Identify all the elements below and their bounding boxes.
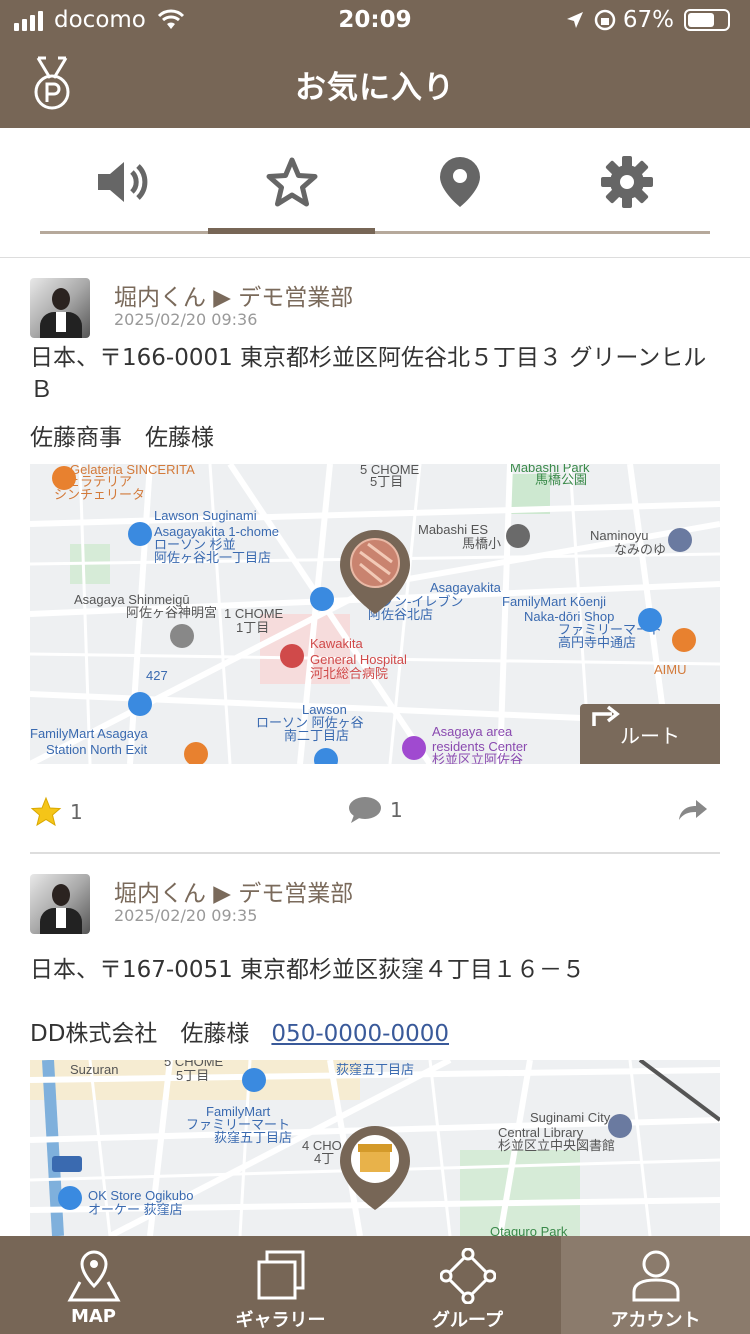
map-pin-icon	[66, 1250, 121, 1302]
nav-map-label: MAP	[70, 1306, 117, 1327]
share-button[interactable]	[678, 798, 708, 822]
nav-account-label: アカウント	[610, 1310, 701, 1331]
phone-link[interactable]: 050-0000-0000	[271, 1021, 449, 1047]
map-label: 阿佐ヶ谷神明宮	[126, 605, 217, 620]
map-label: Suzuran	[70, 1062, 118, 1077]
nav-group-label: グループ	[432, 1310, 503, 1331]
post-card: 堀内くん ▶ デモ営業部 2025/02/20 09:36 日本、〒166-00…	[30, 278, 720, 838]
map-label: 1 CHOME	[224, 606, 284, 621]
map-streets: Suzuran 5 CHOME 5丁目 荻窪五丁目店 FamilyMart ファ…	[30, 1060, 720, 1236]
map-label: FamilyMart Asagaya	[30, 726, 149, 741]
star-filled-icon	[30, 796, 62, 827]
map-label: 高円寺中通店	[558, 635, 636, 650]
tab-underline	[40, 231, 710, 234]
map-label: 427	[146, 668, 168, 683]
post-card: 堀内くん ▶ デモ営業部 2025/02/20 09:35 日本、〒167-00…	[30, 874, 720, 1236]
post-address: 日本、〒166-0001 東京都杉並区阿佐谷北５丁目３ グリーンヒルＢ	[30, 345, 707, 403]
tab-notifications[interactable]	[40, 128, 207, 236]
map-pin-icon	[439, 157, 480, 207]
map-label: 1丁目	[236, 620, 269, 635]
post-date: 2025/02/20 09:35	[114, 906, 258, 925]
nav-account[interactable]: アカウント	[561, 1236, 750, 1334]
map-label: オーケー 荻窪店	[88, 1202, 183, 1217]
map-preview[interactable]: Gelateria SINCERITA ジェラテリア シンチェリータ 5 CHO…	[30, 464, 720, 764]
map-label: 5丁目	[176, 1068, 209, 1083]
post-company: 佐藤商事 佐藤様	[30, 425, 214, 451]
battery-percent: 67%	[622, 7, 674, 33]
status-bar: docomo 20:09 67%	[0, 0, 750, 40]
tab-favorites[interactable]	[208, 128, 375, 236]
map-label: 荻窪五丁目店	[214, 1130, 292, 1145]
battery-icon	[684, 9, 730, 31]
divider	[30, 852, 720, 854]
location-arrow-icon	[566, 12, 583, 28]
nav-map[interactable]: MAP	[0, 1236, 187, 1334]
tab-settings[interactable]	[543, 128, 710, 236]
map-label: Mabashi ES	[418, 522, 488, 537]
avatar[interactable]	[30, 278, 90, 338]
map-label: General Hospital	[310, 652, 407, 667]
map-label: 杉並区立中央図書館	[498, 1138, 615, 1153]
map-label: Naminoyu	[590, 528, 649, 543]
tab-bar	[40, 128, 710, 236]
map-label: Kawakita	[310, 636, 364, 651]
map-label: Asagaya area	[432, 724, 513, 739]
nav-gallery[interactable]: ギャラリー	[187, 1236, 374, 1334]
map-label: 5丁目	[370, 474, 403, 489]
tab-active-indicator	[208, 228, 375, 234]
company-name: DD株式会社 佐藤様	[30, 1021, 250, 1047]
map-label: FamilyMart Kōenji	[502, 594, 606, 609]
gear-icon	[600, 156, 653, 208]
nav-gallery-label: ギャラリー	[235, 1310, 326, 1331]
divider	[0, 257, 750, 258]
map-preview[interactable]: Suzuran 5 CHOME 5丁目 荻窪五丁目店 FamilyMart ファ…	[30, 1060, 720, 1236]
tab-locations[interactable]	[376, 128, 543, 236]
route-button[interactable]: ルート	[580, 704, 720, 764]
account-icon	[632, 1250, 679, 1302]
post-company: DD株式会社 佐藤様 050-0000-0000	[30, 1014, 449, 1048]
post-actions: 1 1	[30, 792, 720, 836]
map-label: 荻窪五丁目店	[336, 1062, 414, 1077]
map-label: OK Store Ogikubo	[88, 1188, 194, 1203]
map-label: Lawson Suginami	[154, 508, 257, 523]
map-label: なみのゆ	[614, 542, 666, 557]
map-label: Otaguro Park	[490, 1224, 568, 1236]
map-label: Station North Exit	[46, 742, 148, 757]
group-icon	[439, 1248, 496, 1304]
map-label: Asagayakita	[430, 580, 502, 595]
page-title: お気に入り	[295, 70, 455, 106]
bottom-nav: MAP ギャラリー グループ アカウント	[0, 1236, 750, 1334]
comment-icon	[349, 797, 381, 823]
map-label: 河北総合病院	[310, 666, 388, 681]
gallery-icon	[257, 1250, 304, 1300]
share-icon	[679, 800, 707, 820]
turn-right-icon	[592, 705, 620, 726]
post-author[interactable]: 堀内くん ▶ デモ営業部	[114, 278, 353, 312]
route-button-label: ルート	[620, 723, 680, 748]
post-date: 2025/02/20 09:36	[114, 310, 258, 329]
map-label: 南二丁目店	[284, 728, 349, 743]
status-right: 67%	[565, 7, 730, 33]
map-label: Suginami City	[530, 1110, 611, 1125]
map-label: 馬橋小	[462, 536, 501, 551]
comment-button[interactable]: 1	[348, 796, 403, 824]
nav-group[interactable]: グループ	[374, 1236, 561, 1334]
star-icon	[266, 157, 317, 207]
speaker-icon	[97, 162, 147, 202]
map-label: 阿佐ヶ谷北一丁目店	[154, 550, 271, 565]
map-label: 杉並区立阿佐谷	[432, 752, 523, 764]
comment-count: 1	[390, 798, 403, 822]
post-author[interactable]: 堀内くん ▶ デモ営業部	[114, 874, 353, 908]
map-label: 馬橋公園	[535, 472, 587, 487]
like-count: 1	[70, 800, 83, 824]
map-label: 4丁	[314, 1151, 334, 1166]
app-header: お気に入り	[0, 40, 750, 128]
avatar[interactable]	[30, 874, 90, 934]
rotation-lock-icon	[594, 9, 616, 31]
post-address: 日本、〒167-0051 東京都杉並区荻窪４丁目１６－５	[30, 957, 586, 983]
map-label: AIMU	[654, 662, 687, 677]
like-button[interactable]: 1	[30, 796, 83, 828]
